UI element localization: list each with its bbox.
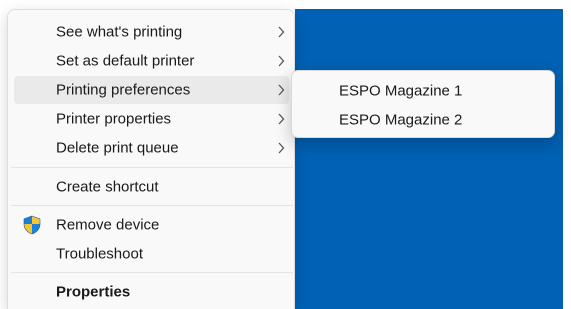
menu-separator (11, 167, 293, 168)
menu-item-printing-preferences[interactable]: Printing preferences (14, 76, 289, 104)
menu-item-label: Properties (56, 283, 131, 301)
menu-item-label: Printer properties (56, 110, 172, 128)
submenu-item-espo-magazine-2[interactable]: ESPO Magazine 2 (298, 106, 548, 134)
submenu-item-label: ESPO Magazine 1 (339, 82, 463, 100)
menu-item-printer-properties[interactable]: Printer properties (14, 105, 289, 133)
printing-preferences-submenu: ESPO Magazine 1 ESPO Magazine 2 (291, 70, 555, 138)
menu-item-troubleshoot[interactable]: Troubleshoot (14, 240, 289, 268)
menu-item-label: See what's printing (56, 23, 183, 41)
menu-item-create-shortcut[interactable]: Create shortcut (14, 173, 289, 201)
uac-shield-icon (23, 215, 41, 235)
menu-item-label: Printing preferences (56, 81, 191, 99)
menu-item-label: Troubleshoot (56, 245, 143, 263)
context-menu: See what's printing Set as default print… (7, 9, 295, 309)
menu-separator (11, 272, 293, 273)
menu-item-label: Delete print queue (56, 139, 179, 157)
chevron-right-icon (278, 55, 285, 67)
submenu-item-label: ESPO Magazine 2 (339, 111, 463, 129)
chevron-right-icon (278, 26, 285, 38)
menu-item-label: Remove device (56, 216, 160, 234)
chevron-right-icon (278, 113, 285, 125)
desktop-background (295, 9, 563, 309)
submenu-item-espo-magazine-1[interactable]: ESPO Magazine 1 (298, 77, 548, 105)
menu-item-label: Set as default printer (56, 52, 195, 70)
chevron-right-icon (278, 84, 285, 96)
menu-item-see-whats-printing[interactable]: See what's printing (14, 18, 289, 46)
menu-item-label: Create shortcut (56, 178, 159, 196)
menu-item-properties[interactable]: Properties (14, 278, 289, 306)
menu-item-set-as-default-printer[interactable]: Set as default printer (14, 47, 289, 75)
chevron-right-icon (278, 142, 285, 154)
menu-separator (11, 205, 293, 206)
menu-item-remove-device[interactable]: Remove device (14, 211, 289, 239)
menu-item-delete-print-queue[interactable]: Delete print queue (14, 134, 289, 162)
